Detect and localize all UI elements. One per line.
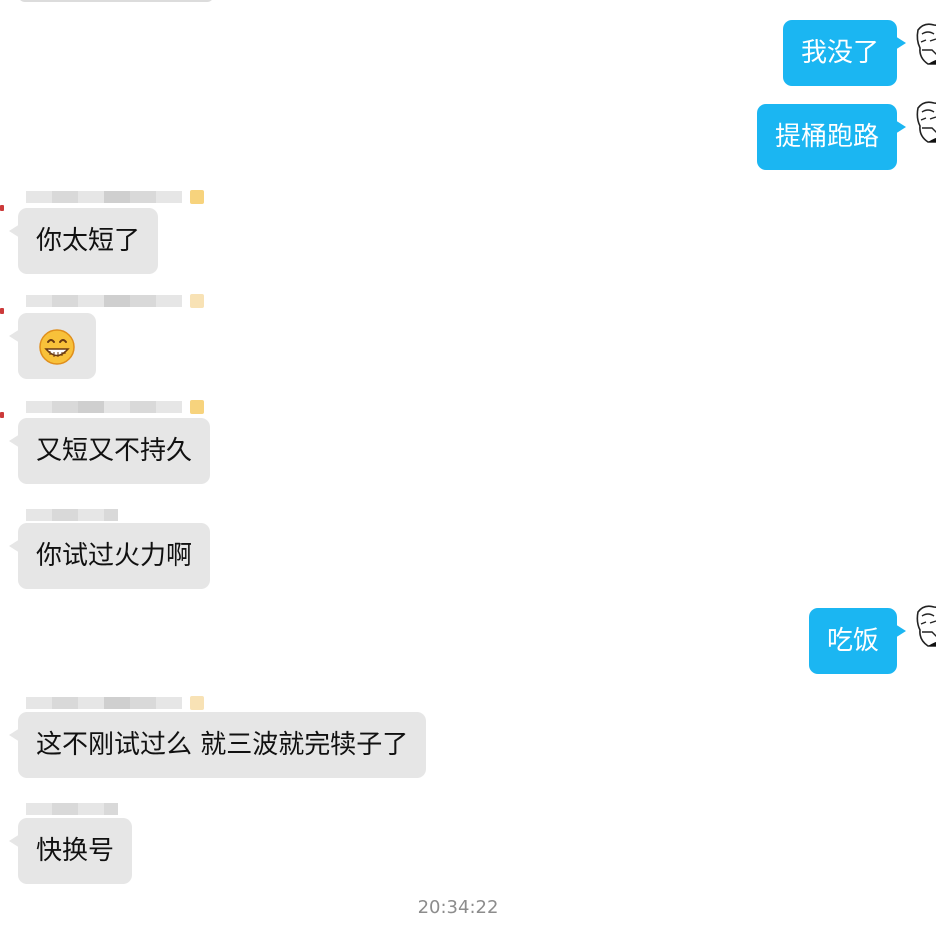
incoming-message-bubble[interactable]: 又短又不持久 [9,418,210,484]
incoming-message-bubble[interactable]: 你试过火力啊 [9,523,210,589]
sender-avatar[interactable] [0,205,4,211]
sender-avatar[interactable] [0,412,4,418]
grin-emoji-icon [39,329,75,365]
incoming-message-bubble[interactable]: 这不刚试过么 就三波就完犊子了 [9,712,426,778]
sender-name-pixelated [26,394,204,420]
incoming-message-bubble[interactable]: 快换号 [9,818,132,884]
incoming-message-bubble[interactable] [9,313,96,379]
self-avatar[interactable] [912,20,936,68]
message-timestamp: 20:34:22 [417,897,499,918]
previous-message-bubble [18,0,214,2]
sender-avatar[interactable] [0,308,4,314]
sender-name-pixelated [26,184,204,210]
sender-name-pixelated [26,288,204,314]
incoming-message-bubble[interactable]: 你太短了 [9,208,158,274]
chat-message-list[interactable]: 我没了 提桶跑路 你太短了 又短又不持久 你试过火力啊 吃饭 这不刚试过么 就三… [0,0,936,927]
self-avatar[interactable] [912,98,936,146]
outgoing-message-bubble[interactable]: 吃饭 [809,608,906,674]
outgoing-message-bubble[interactable]: 提桶跑路 [757,104,906,170]
outgoing-message-bubble[interactable]: 我没了 [783,20,906,86]
self-avatar[interactable] [912,602,936,650]
